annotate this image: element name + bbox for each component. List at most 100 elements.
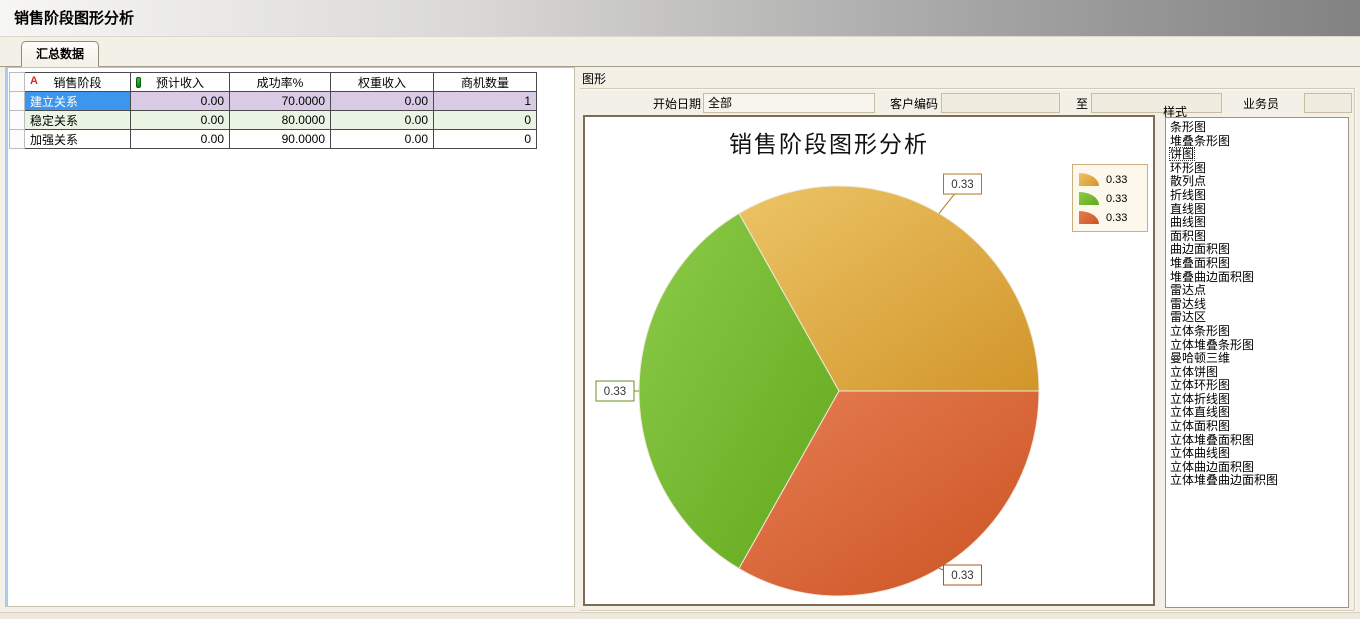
style-list-item[interactable]: 散列点	[1169, 174, 1347, 188]
style-list-item[interactable]: 曼哈顿三维	[1169, 351, 1347, 365]
style-list-item-label: 立体饼图	[1169, 365, 1219, 379]
cell-weighted[interactable]: 0.00	[331, 92, 434, 111]
salesman-field[interactable]	[1304, 93, 1352, 113]
style-list-item-label: 立体折线图	[1169, 392, 1231, 406]
col-header-expected[interactable]: 预计收入	[131, 73, 230, 92]
col-header-success[interactable]: 成功率%	[230, 73, 331, 92]
style-list-item[interactable]: 曲线图	[1169, 215, 1347, 229]
style-list-item-label: 折线图	[1169, 188, 1207, 202]
style-list-item[interactable]: 折线图	[1169, 188, 1347, 202]
cell-expected[interactable]: 0.00	[131, 92, 230, 111]
legend-swatch-icon	[1079, 192, 1099, 205]
chart-area: 0.330.330.33 销售阶段图形分析 0.330.330.33	[583, 115, 1155, 606]
cell-stage[interactable]: 建立关系	[25, 92, 131, 111]
cell-weighted[interactable]: 0.00	[331, 130, 434, 149]
legend-item: 0.33	[1079, 208, 1141, 227]
to-label: 至	[1066, 95, 1088, 113]
table-row[interactable]: 加强关系 0.00 90.0000 0.00 0	[10, 130, 537, 149]
col-header-weighted[interactable]: 权重收入	[331, 73, 434, 92]
style-list-item[interactable]: 立体折线图	[1169, 392, 1347, 406]
style-list-item[interactable]: 立体条形图	[1169, 324, 1347, 338]
style-list-item-label: 条形图	[1169, 120, 1207, 134]
style-list-item[interactable]: 立体曲边面积图	[1169, 460, 1347, 474]
style-list-item[interactable]: 面积图	[1169, 229, 1347, 243]
value-pill-icon	[136, 77, 141, 88]
cell-stage[interactable]: 稳定关系	[25, 111, 131, 130]
row-indicator[interactable]	[10, 92, 25, 111]
style-list-item-label: 曲线图	[1169, 215, 1207, 229]
style-list-item[interactable]: 立体环形图	[1169, 378, 1347, 392]
cell-expected[interactable]: 0.00	[131, 111, 230, 130]
cell-count[interactable]: 0	[434, 111, 537, 130]
style-list-item-label: 立体堆叠曲边面积图	[1169, 473, 1279, 487]
legend-swatch-icon	[1079, 173, 1099, 186]
style-list-item[interactable]: 雷达点	[1169, 283, 1347, 297]
row-indicator[interactable]	[10, 130, 25, 149]
style-list-item[interactable]: 堆叠曲边面积图	[1169, 270, 1347, 284]
pie-label-value: 0.33	[951, 179, 973, 191]
cell-expected[interactable]: 0.00	[131, 130, 230, 149]
window-title: 销售阶段图形分析	[0, 0, 1360, 37]
col-header-count[interactable]: 商机数量	[434, 73, 537, 92]
style-list-item[interactable]: 曲边面积图	[1169, 242, 1347, 256]
start-date-label: 开始日期	[618, 95, 701, 113]
style-list-item-label: 雷达线	[1169, 297, 1207, 311]
style-list-item-label: 面积图	[1169, 229, 1207, 243]
style-list-item[interactable]: 立体饼图	[1169, 365, 1347, 379]
style-list-item-label: 立体环形图	[1169, 378, 1231, 392]
style-list-item-label: 堆叠条形图	[1169, 134, 1231, 148]
style-list-item[interactable]: 立体直线图	[1169, 405, 1347, 419]
pie-label-value: 0.33	[951, 570, 973, 582]
style-list-item-label: 饼图	[1169, 147, 1195, 161]
start-date-field[interactable]: 全部	[703, 93, 875, 113]
group-border	[1354, 88, 1356, 610]
style-list-item-label: 直线图	[1169, 202, 1207, 216]
tab-summary-data[interactable]: 汇总数据	[21, 41, 99, 67]
cell-success[interactable]: 90.0000	[230, 130, 331, 149]
col-header-stage[interactable]: A销售阶段	[25, 73, 131, 92]
to-field[interactable]	[1091, 93, 1222, 113]
pie-chart: 0.33 0.33 0.33	[585, 117, 1153, 604]
cell-count[interactable]: 1	[434, 92, 537, 111]
sales-stage-table[interactable]: A销售阶段 预计收入 成功率% 权重收入 商机数量 建立关系 0.00 70.0…	[9, 72, 537, 149]
table-row[interactable]: 稳定关系 0.00 80.0000 0.00 0	[10, 111, 537, 130]
legend-swatch-icon	[1079, 211, 1099, 224]
cell-success[interactable]: 80.0000	[230, 111, 331, 130]
style-listbox[interactable]: 条形图堆叠条形图饼图环形图散列点折线图直线图曲线图面积图曲边面积图堆叠面积图堆叠…	[1165, 117, 1349, 608]
style-list-item[interactable]: 雷达线	[1169, 297, 1347, 311]
style-list-item[interactable]: 直线图	[1169, 202, 1347, 216]
style-list-item[interactable]: 堆叠条形图	[1169, 134, 1347, 148]
customer-code-field[interactable]	[941, 93, 1060, 113]
cell-weighted[interactable]: 0.00	[331, 111, 434, 130]
cell-success[interactable]: 70.0000	[230, 92, 331, 111]
row-indicator[interactable]	[10, 111, 25, 130]
graph-group-label: 图形	[582, 70, 606, 87]
style-list-item[interactable]: 立体面积图	[1169, 419, 1347, 433]
style-list-item[interactable]: 雷达区	[1169, 310, 1347, 324]
style-list-item-label: 立体堆叠条形图	[1169, 338, 1255, 352]
legend-label: 0.33	[1106, 174, 1127, 186]
style-list-item-label: 曼哈顿三维	[1169, 351, 1231, 365]
cell-stage[interactable]: 加强关系	[25, 130, 131, 149]
style-list-item-label: 立体直线图	[1169, 405, 1231, 419]
style-list-item[interactable]: 堆叠面积图	[1169, 256, 1347, 270]
style-list-item[interactable]: 环形图	[1169, 161, 1347, 175]
style-list-item[interactable]: 饼图	[1169, 147, 1347, 161]
style-list-item-label: 立体曲边面积图	[1169, 460, 1255, 474]
style-list-item[interactable]: 立体堆叠面积图	[1169, 433, 1347, 447]
cell-count[interactable]: 0	[434, 130, 537, 149]
customer-code-label: 客户编码	[878, 95, 938, 113]
style-list-item-label: 立体面积图	[1169, 419, 1231, 433]
pie-label-value: 0.33	[604, 386, 626, 398]
legend-label: 0.33	[1106, 193, 1127, 205]
salesman-label: 业务员	[1233, 95, 1279, 113]
legend-label: 0.33	[1106, 212, 1127, 224]
style-list-item[interactable]: 条形图	[1169, 120, 1347, 134]
style-list-item[interactable]: 立体曲线图	[1169, 446, 1347, 460]
table-row[interactable]: 建立关系 0.00 70.0000 0.00 1	[10, 92, 537, 111]
style-list-item[interactable]: 立体堆叠条形图	[1169, 338, 1347, 352]
bottom-strip	[0, 612, 1360, 619]
style-list-item-label: 堆叠面积图	[1169, 256, 1231, 270]
style-list-item[interactable]: 立体堆叠曲边面积图	[1169, 473, 1347, 487]
summary-grid-panel: A销售阶段 预计收入 成功率% 权重收入 商机数量 建立关系 0.00 70.0…	[5, 67, 575, 607]
